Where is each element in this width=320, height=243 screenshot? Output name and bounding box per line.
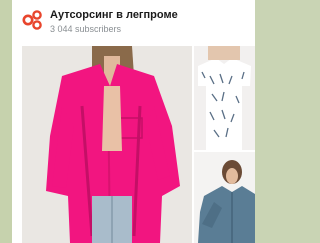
photo-pink-shirt[interactable] <box>22 46 192 243</box>
channel-title[interactable]: Аутсорсинг в легпроме <box>50 9 178 21</box>
photo-printed-tshirt[interactable] <box>194 46 255 150</box>
channel-header[interactable]: Аутсорсинг в легпроме 3 044 subscribers <box>12 0 255 42</box>
subscriber-count: 3 044 subscribers <box>50 24 122 34</box>
photo-denim-shirt[interactable] <box>194 152 255 243</box>
brand-logo-icon <box>22 10 42 30</box>
message-card[interactable]: Аутсорсинг в легпроме 3 044 subscribers <box>12 0 255 243</box>
